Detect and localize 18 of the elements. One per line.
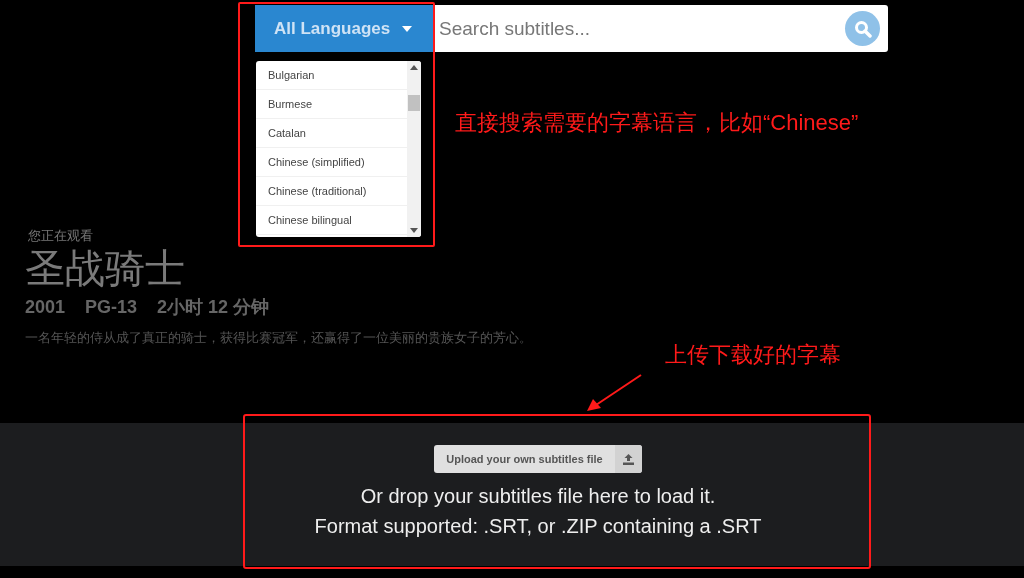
movie-title: 圣战骑士 (25, 245, 185, 292)
caret-icon (402, 25, 413, 32)
scroll-up-icon[interactable] (410, 65, 418, 70)
drop-instructions: Format supported: .SRT, or .ZIP containing a .SRT (314, 514, 762, 539)
annotation-text: 上传下载好的字幕 (665, 341, 841, 369)
annotation-arrow (587, 374, 642, 411)
upload-icon (623, 453, 634, 465)
movie-meta: PG-13 (85, 296, 138, 318)
drop-instructions: Or drop your subtitles file here to load it. (360, 484, 716, 509)
upload-button[interactable]: Upload your own subtitles file (434, 445, 642, 473)
movie-meta: 2001 (25, 296, 66, 318)
scrollbar[interactable] (407, 61, 421, 237)
scrollbar-thumb[interactable] (408, 95, 420, 111)
scroll-down-icon[interactable] (410, 228, 418, 233)
caption: 您正在观看 (28, 228, 93, 244)
movie-meta: 2小时 12 分钟 (157, 296, 270, 318)
annotation-text: 直接搜索需要的字幕语言，比如“Chinese” (455, 109, 859, 137)
search-field[interactable]: Search subtitles... (433, 5, 888, 52)
